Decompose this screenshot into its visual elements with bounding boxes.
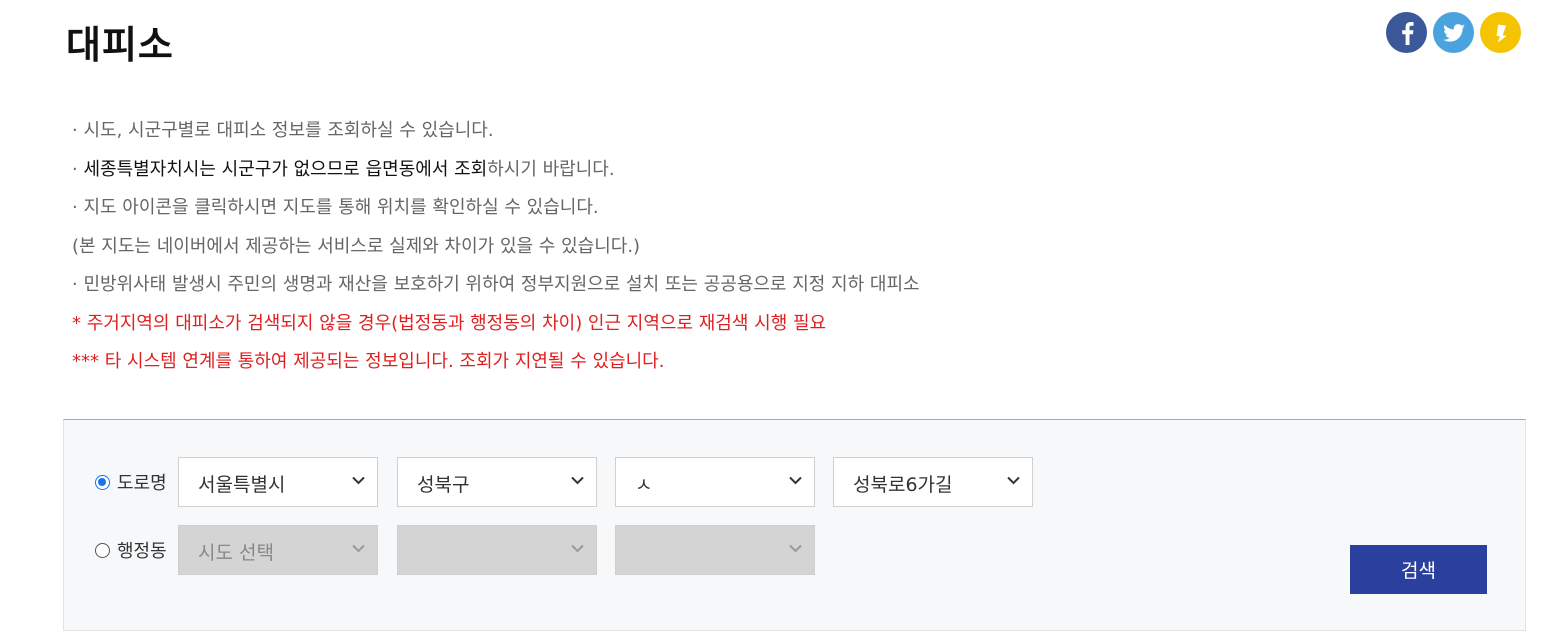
- facebook-share-button[interactable]: [1386, 12, 1427, 53]
- road-radio-option[interactable]: 도로명: [95, 469, 167, 495]
- notice-emphasis: 세종특별자치시는 시군구가 없으므로 읍면동에서 조회: [83, 158, 488, 180]
- admin-radio[interactable]: [95, 542, 110, 558]
- road-sido-value: 서울특별시: [198, 474, 286, 496]
- chevron-down-icon: [352, 476, 365, 485]
- notice-warning: *** 타 시스템 연계를 통하여 제공되는 정보입니다. 조회가 지연될 수 …: [72, 351, 665, 372]
- notice-line: · 시도, 시군구별로 대피소 정보를 조회하실 수 있습니다.: [72, 120, 494, 141]
- notice-line: (본 지도는 네이버에서 제공하는 서비스로 실제와 차이가 있을 수 있습니다…: [72, 235, 641, 257]
- chevron-down-icon: [789, 544, 802, 553]
- chevron-down-icon: [789, 476, 802, 485]
- kakaostory-icon: [1496, 24, 1507, 43]
- notice-warning: * 주거지역의 대피소가 검색되지 않을 경우(법정동과 행정동의 차이) 인근…: [72, 312, 827, 334]
- road-initial-select[interactable]: ㅅ: [615, 457, 815, 507]
- twitter-share-button[interactable]: [1433, 12, 1474, 53]
- notice-line-sejong: · 세종특별자치시는 시군구가 없으므로 읍면동에서 조회하시기 바랍니다.: [72, 151, 1272, 190]
- road-sido-select[interactable]: 서울특별시: [178, 457, 378, 507]
- road-name-select[interactable]: 성북로6가길: [833, 457, 1033, 507]
- road-name-value: 성북로6가길: [853, 474, 953, 496]
- road-search-row: 도로명 서울특별시 성북구 ㅅ 성북로6가길: [64, 457, 1525, 507]
- admin-radio-label: 행정동: [117, 541, 167, 562]
- admin-radio-option[interactable]: 행정동: [95, 537, 167, 563]
- search-button[interactable]: 검색: [1350, 545, 1487, 594]
- page-title: 대피소: [66, 23, 174, 67]
- twitter-icon: [1442, 23, 1465, 42]
- chevron-down-icon: [352, 544, 365, 553]
- road-sigungu-select[interactable]: 성북구: [397, 457, 597, 507]
- share-buttons: [1386, 12, 1521, 53]
- admin-dong-select[interactable]: [615, 525, 815, 575]
- admin-sido-select[interactable]: 시도 선택: [178, 525, 378, 575]
- chevron-down-icon: [571, 544, 584, 553]
- facebook-icon: [1401, 21, 1414, 45]
- road-initial-value: ㅅ: [635, 474, 653, 496]
- chevron-down-icon: [1007, 476, 1020, 485]
- notice-suffix: 하시기 바랍니다.: [487, 158, 615, 180]
- notice-line: · 민방위사태 발생시 주민의 생명과 재산을 보호하기 위하여 정부지원으로 …: [72, 274, 920, 295]
- admin-sido-value: 시도 선택: [198, 542, 274, 564]
- road-radio[interactable]: [95, 474, 110, 490]
- road-sigungu-value: 성북구: [417, 474, 470, 496]
- road-radio-label: 도로명: [117, 473, 167, 494]
- notice-bullet: ·: [72, 158, 84, 180]
- kakao-share-button[interactable]: [1480, 12, 1521, 53]
- admin-sigungu-select[interactable]: [397, 525, 597, 575]
- admin-search-row: 행정동 시도 선택: [64, 525, 1525, 575]
- notice-line: · 지도 아이콘을 클릭하시면 지도를 통해 위치를 확인하실 수 있습니다.: [72, 197, 599, 218]
- search-panel: 도로명 서울특별시 성북구 ㅅ 성북로6가길 행정동 시도 선택 검색: [63, 419, 1526, 631]
- chevron-down-icon: [571, 476, 584, 485]
- notice-list: · 시도, 시군구별로 대피소 정보를 조회하실 수 있습니다. · 세종특별자…: [72, 112, 1272, 382]
